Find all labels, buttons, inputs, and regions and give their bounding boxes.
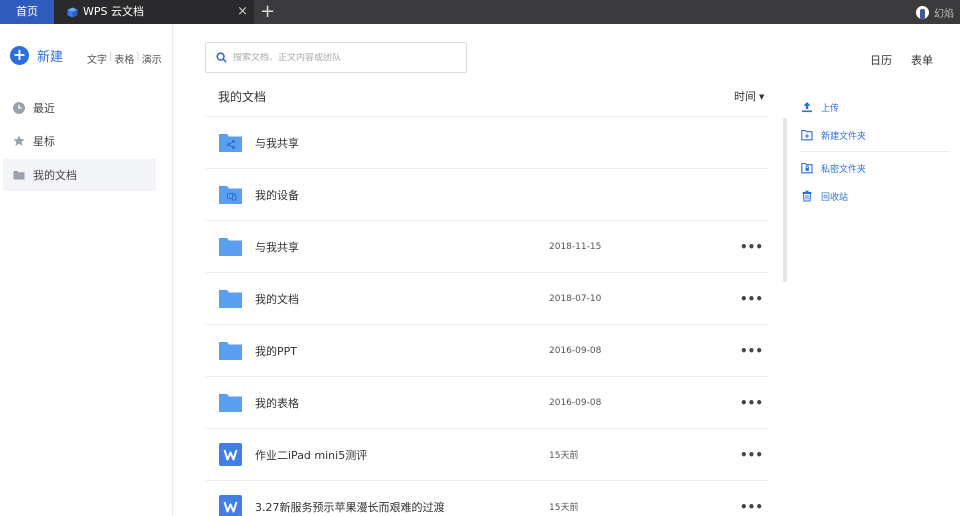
file-row[interactable]: 3.27新服务预示苹果漫长而艰难的过渡 15天前 ••• bbox=[206, 480, 769, 516]
search-input[interactable] bbox=[233, 52, 453, 63]
caret-down-icon: ▼ bbox=[759, 93, 765, 101]
file-row[interactable]: 我的表格 2016-09-08 ••• bbox=[206, 376, 769, 428]
quick-create-links: 文字 | 表格 | 演示 bbox=[87, 51, 162, 66]
new-button[interactable]: + 新建 bbox=[10, 46, 63, 65]
sidebar-item-label: 我的文档 bbox=[33, 169, 77, 182]
upload-button[interactable]: 上传 bbox=[801, 93, 950, 121]
more-options-icon[interactable]: ••• bbox=[740, 396, 763, 410]
user-menu[interactable]: 幻焰 bbox=[916, 0, 954, 24]
wps-writer-doc-icon bbox=[219, 495, 242, 516]
file-name: 与我共享 bbox=[255, 240, 299, 254]
file-row[interactable]: 作业二iPad mini5测评 15天前 ••• bbox=[206, 428, 769, 480]
file-name: 我的表格 bbox=[255, 396, 299, 410]
sidebar-item-label: 星标 bbox=[33, 135, 55, 148]
wps-cube-icon bbox=[67, 6, 78, 18]
shared-folder-icon bbox=[219, 134, 242, 152]
sidebar-item-starred[interactable]: 星标 bbox=[3, 125, 156, 157]
new-folder-button[interactable]: 新建文件夹 bbox=[801, 121, 950, 149]
divider bbox=[801, 151, 950, 152]
file-date: 2018-11-15 bbox=[549, 241, 602, 252]
file-list: 与我共享 我的设备 与我共享 2018-11-15 ••• 我的文档 2018-… bbox=[206, 116, 769, 516]
private-folder-button[interactable]: 私密文件夹 bbox=[801, 154, 950, 182]
new-folder-label: 新建文件夹 bbox=[821, 131, 867, 142]
tab-home[interactable]: 首页 bbox=[0, 0, 54, 24]
clock-icon bbox=[13, 102, 25, 114]
folder-icon bbox=[219, 238, 242, 256]
folder-icon bbox=[219, 290, 242, 308]
file-row[interactable]: 与我共享 2018-11-15 ••• bbox=[206, 220, 769, 272]
file-row[interactable]: 我的PPT 2016-09-08 ••• bbox=[206, 324, 769, 376]
file-date: 15天前 bbox=[549, 451, 579, 461]
file-name: 与我共享 bbox=[255, 136, 299, 150]
more-options-icon[interactable]: ••• bbox=[740, 448, 763, 462]
file-date: 2016-09-08 bbox=[549, 345, 602, 356]
add-tab-icon[interactable]: + bbox=[260, 0, 275, 23]
sort-dropdown[interactable]: 时间 ▼ bbox=[734, 88, 764, 104]
search-box[interactable] bbox=[205, 42, 467, 73]
action-panel: 上传 新建文件夹 私密文件夹 回收站 bbox=[801, 93, 950, 210]
wps-writer-doc-icon bbox=[219, 443, 242, 466]
page-title: 我的文档 bbox=[218, 90, 267, 104]
file-name: 3.27新服务预示苹果漫长而艰难的过渡 bbox=[255, 500, 445, 514]
new-button-label: 新建 bbox=[37, 50, 64, 65]
avatar bbox=[916, 5, 929, 19]
quick-link-writer[interactable]: 文字 bbox=[87, 51, 107, 66]
file-name: 我的PPT bbox=[255, 344, 297, 358]
file-row[interactable]: 我的文档 2018-07-10 ••• bbox=[206, 272, 769, 324]
recycle-bin-button[interactable]: 回收站 bbox=[801, 182, 950, 210]
new-folder-icon bbox=[801, 129, 813, 141]
sidebar-item-recent[interactable]: 最近 bbox=[3, 92, 156, 124]
sidebar-item-my-docs[interactable]: 我的文档 bbox=[3, 159, 156, 191]
file-row[interactable]: 我的设备 bbox=[206, 168, 769, 220]
tab-doc-label: WPS 云文档 bbox=[83, 5, 144, 18]
private-folder-icon bbox=[801, 162, 813, 174]
trash-icon bbox=[802, 190, 812, 202]
quick-link-presentation[interactable]: 演示 bbox=[142, 51, 162, 66]
tab-bar: 首页 WPS 云文档 × + 幻焰 bbox=[0, 0, 960, 24]
upload-icon bbox=[802, 102, 812, 113]
file-date: 2016-09-08 bbox=[549, 397, 602, 408]
file-date: 2018-07-10 bbox=[549, 293, 602, 304]
file-name: 我的文档 bbox=[255, 292, 299, 306]
search-icon bbox=[216, 52, 227, 63]
scrollbar[interactable] bbox=[783, 118, 787, 282]
star-icon bbox=[13, 135, 25, 146]
private-folder-label: 私密文件夹 bbox=[821, 164, 867, 175]
form-link[interactable]: 表单 bbox=[911, 52, 933, 68]
file-name: 我的设备 bbox=[255, 188, 299, 202]
user-name: 幻焰 bbox=[934, 8, 954, 20]
more-options-icon[interactable]: ••• bbox=[740, 292, 763, 306]
file-date: 15天前 bbox=[549, 503, 579, 513]
more-options-icon[interactable]: ••• bbox=[740, 344, 763, 358]
tab-close-icon[interactable]: × bbox=[237, 0, 248, 24]
file-row[interactable]: 与我共享 bbox=[206, 116, 769, 168]
folder-icon bbox=[219, 342, 242, 360]
device-folder-icon bbox=[219, 186, 242, 204]
sidebar-item-label: 最近 bbox=[33, 102, 55, 115]
file-name: 作业二iPad mini5测评 bbox=[255, 448, 368, 462]
upload-label: 上传 bbox=[821, 103, 840, 114]
folder-icon bbox=[13, 171, 25, 180]
recycle-bin-label: 回收站 bbox=[821, 192, 849, 203]
more-options-icon[interactable]: ••• bbox=[740, 240, 763, 254]
more-options-icon[interactable]: ••• bbox=[740, 500, 763, 514]
plus-icon: + bbox=[10, 46, 29, 65]
quick-link-spreadsheet[interactable]: 表格 bbox=[114, 51, 134, 66]
folder-icon bbox=[219, 394, 242, 412]
sort-label: 时间 bbox=[734, 90, 756, 103]
tab-wps-cloud-docs[interactable]: WPS 云文档 × bbox=[54, 0, 254, 24]
calendar-link[interactable]: 日历 bbox=[870, 52, 892, 68]
sidebar: + 新建 文字 | 表格 | 演示 最近 星标 我的文档 bbox=[0, 24, 173, 516]
